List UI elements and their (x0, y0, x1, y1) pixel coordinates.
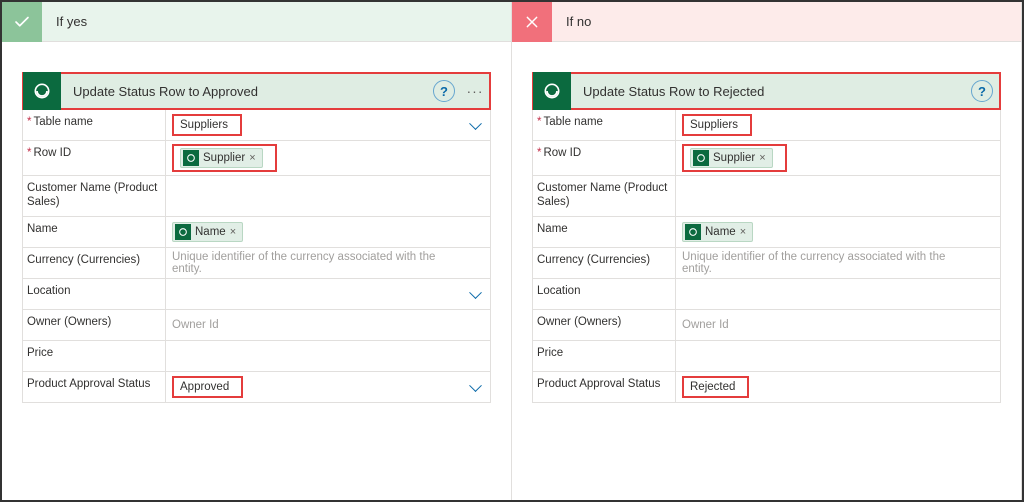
row-table-name: *Table name Suppliers (533, 110, 1000, 141)
input-currency[interactable]: Unique identifier of the currency associ… (675, 248, 1000, 278)
input-currency[interactable]: Unique identifier of the currency associ… (165, 248, 490, 278)
input-row-id[interactable]: Supplier × (675, 141, 1000, 175)
label-table-name: Table name (33, 116, 92, 130)
token-remove-icon[interactable]: × (230, 226, 236, 238)
dataverse-icon (693, 150, 709, 166)
input-name[interactable]: Name × (165, 217, 490, 247)
row-status: Product Approval Status Rejected (533, 372, 1000, 403)
close-icon (512, 2, 552, 42)
token-remove-icon[interactable]: × (759, 152, 765, 164)
row-price: Price (533, 341, 1000, 372)
row-row-id: *Row ID Supplier × (533, 141, 1000, 176)
action-title: Update Status Row to Approved (73, 84, 433, 99)
label-owner: Owner (Owners) (27, 316, 111, 330)
row-currency: Currency (Currencies) Unique identifier … (23, 248, 490, 279)
help-icon[interactable]: ? (971, 80, 993, 102)
label-table-name: Table name (543, 116, 602, 130)
dataverse-icon (175, 224, 191, 240)
branch-if-no: If no Update Status Row to Rejected ? *T… (512, 2, 1022, 500)
label-customer-name: Customer Name (Product Sales) (537, 182, 669, 210)
dataverse-icon (183, 150, 199, 166)
action-header[interactable]: Update Status Row to Approved ? ··· (22, 72, 491, 110)
label-name: Name (27, 223, 58, 237)
branch-header-yes[interactable]: If yes (2, 2, 511, 42)
row-status: Product Approval Status Approved (23, 372, 490, 403)
input-row-id[interactable]: Supplier × (165, 141, 490, 175)
row-customer-name: Customer Name (Product Sales) (533, 176, 1000, 217)
label-location: Location (27, 285, 70, 299)
label-row-id: Row ID (33, 147, 71, 161)
action-header[interactable]: Update Status Row to Rejected ? (532, 72, 1001, 110)
token-name[interactable]: Name × (682, 222, 753, 242)
row-customer-name: Customer Name (Product Sales) (23, 176, 490, 217)
input-owner[interactable]: Owner Id (675, 310, 1000, 340)
row-price: Price (23, 341, 490, 372)
more-icon[interactable]: ··· (461, 83, 489, 99)
action-form: *Table name Suppliers *Row ID (532, 110, 1001, 403)
row-name: Name Name × (533, 217, 1000, 248)
dataverse-icon (685, 224, 701, 240)
input-status[interactable]: Approved (165, 372, 490, 402)
input-location[interactable] (165, 279, 490, 309)
row-currency: Currency (Currencies) Unique identifier … (533, 248, 1000, 279)
input-owner[interactable]: Owner Id (165, 310, 490, 340)
branch-header-no[interactable]: If no (512, 2, 1021, 42)
row-owner: Owner (Owners) Owner Id (23, 310, 490, 341)
action-card-rejected: Update Status Row to Rejected ? *Table n… (532, 72, 1001, 403)
label-customer-name: Customer Name (Product Sales) (27, 182, 159, 210)
branch-title: If no (566, 14, 591, 29)
token-remove-icon[interactable]: × (740, 226, 746, 238)
label-price: Price (537, 347, 563, 361)
label-status: Product Approval Status (537, 378, 660, 392)
token-name[interactable]: Name × (172, 222, 243, 242)
action-form: *Table name Suppliers *Row ID (22, 110, 491, 403)
row-row-id: *Row ID Supplier × (23, 141, 490, 176)
input-customer-name[interactable] (675, 176, 1000, 216)
label-status: Product Approval Status (27, 378, 150, 392)
label-row-id: Row ID (543, 147, 581, 161)
action-card-approved: Update Status Row to Approved ? ··· *Tab… (22, 72, 491, 403)
label-owner: Owner (Owners) (537, 316, 621, 330)
row-owner: Owner (Owners) Owner Id (533, 310, 1000, 341)
row-location: Location (23, 279, 490, 310)
input-name[interactable]: Name × (675, 217, 1000, 247)
help-icon[interactable]: ? (433, 80, 455, 102)
input-table-name[interactable]: Suppliers (165, 110, 490, 140)
input-price[interactable] (675, 341, 1000, 371)
label-location: Location (537, 285, 580, 299)
label-currency: Currency (Currencies) (27, 254, 140, 268)
branch-if-yes: If yes Update Status Row to Approved ? ·… (2, 2, 512, 500)
branch-title: If yes (56, 14, 87, 29)
token-supplier[interactable]: Supplier × (690, 148, 773, 168)
row-name: Name Name × (23, 217, 490, 248)
input-customer-name[interactable] (165, 176, 490, 216)
action-title: Update Status Row to Rejected (583, 84, 971, 99)
check-icon (2, 2, 42, 42)
input-table-name[interactable]: Suppliers (675, 110, 1000, 140)
row-table-name: *Table name Suppliers (23, 110, 490, 141)
label-currency: Currency (Currencies) (537, 254, 650, 268)
dataverse-icon (533, 72, 571, 110)
label-name: Name (537, 223, 568, 237)
row-location: Location (533, 279, 1000, 310)
token-supplier[interactable]: Supplier × (180, 148, 263, 168)
input-location[interactable] (675, 279, 1000, 309)
token-remove-icon[interactable]: × (249, 152, 255, 164)
input-price[interactable] (165, 341, 490, 371)
input-status[interactable]: Rejected (675, 372, 1000, 402)
label-price: Price (27, 347, 53, 361)
dataverse-icon (23, 72, 61, 110)
